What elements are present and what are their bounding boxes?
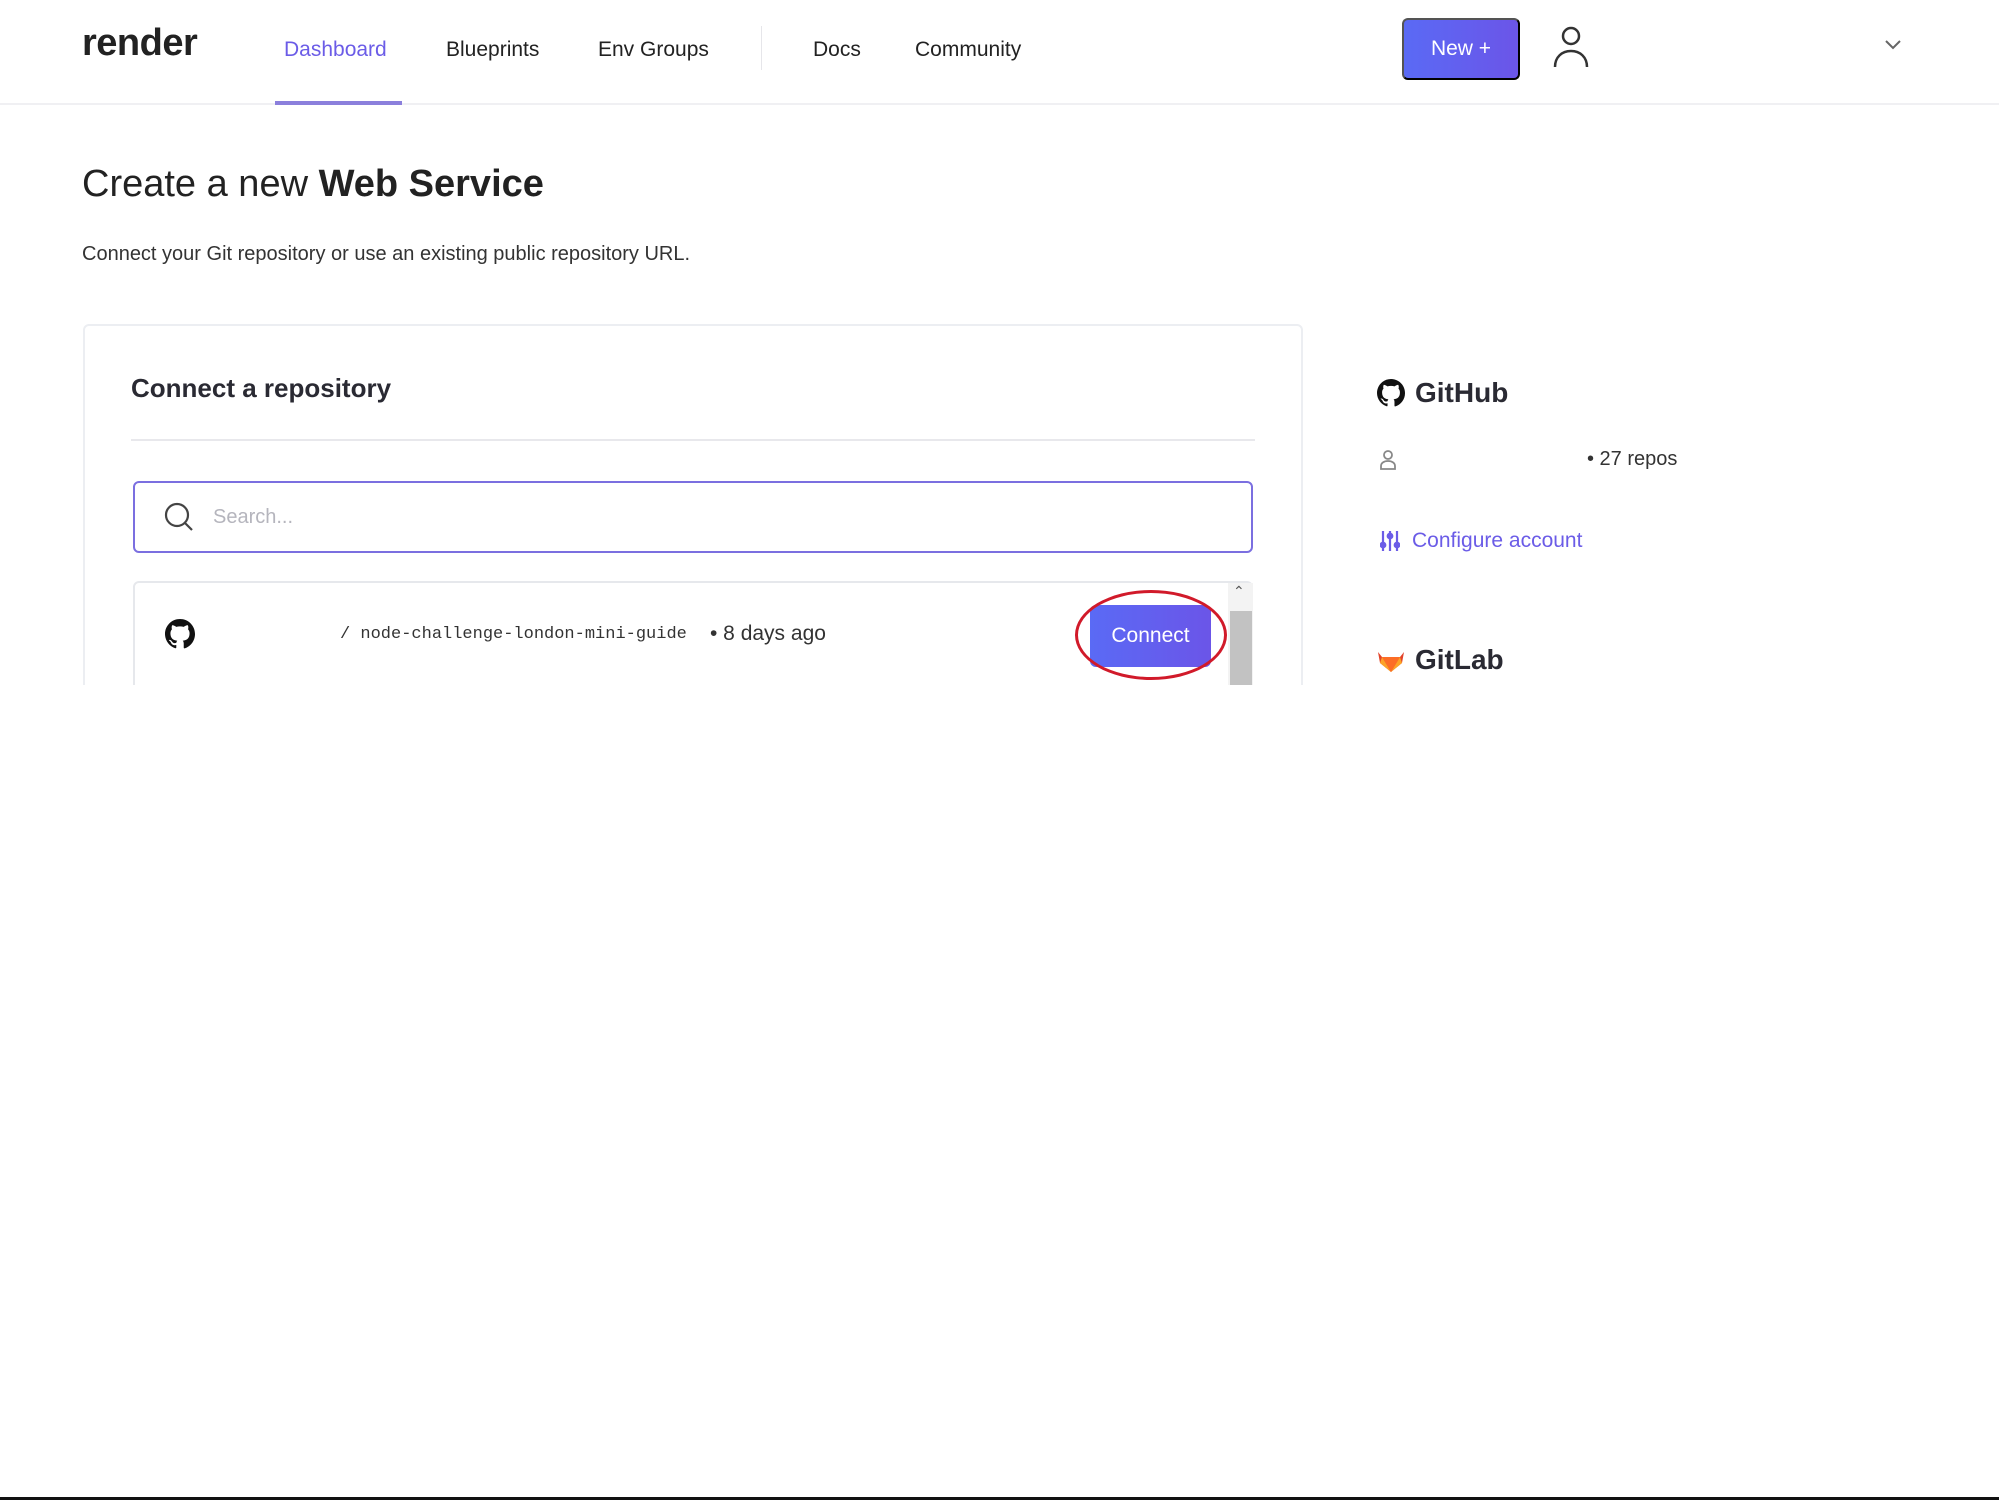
github-heading: GitHub [1377, 377, 1508, 409]
scrollbar-thumb[interactable] [1230, 611, 1252, 685]
configure-account-link[interactable]: Configure account [1380, 529, 1582, 553]
chevron-down-icon[interactable] [1884, 38, 1902, 56]
repo-count: • 27 repos [1587, 448, 1678, 470]
sliders-icon [1380, 531, 1400, 551]
scroll-up-icon[interactable]: ⌃ [1233, 583, 1245, 600]
search-field[interactable] [133, 481, 1253, 553]
github-icon [1377, 379, 1405, 407]
nav-env-groups[interactable]: Env Groups [598, 38, 709, 62]
nav-blueprints[interactable]: Blueprints [446, 38, 539, 62]
render-logo[interactable]: render [82, 22, 198, 65]
title-bold: Web Service [318, 163, 544, 205]
user-icon [1380, 449, 1396, 470]
divider [131, 439, 1255, 441]
repo-name[interactable]: / node-challenge-london-mini-guide [340, 625, 687, 644]
search-icon [164, 502, 193, 531]
github-icon [165, 619, 196, 654]
gitlab-icon [1378, 652, 1404, 672]
nav-community[interactable]: Community [915, 38, 1021, 62]
new-button[interactable]: New + [1402, 18, 1520, 80]
nav-dashboard[interactable]: Dashboard [284, 38, 387, 62]
page-title: Create a new Web Service [82, 163, 544, 206]
repo-updated: • 8 days ago [710, 622, 826, 645]
connect-button[interactable]: Connect [1090, 605, 1211, 667]
nav-divider [761, 26, 762, 70]
page-subtitle: Connect your Git repository or use an ex… [82, 243, 691, 265]
configure-account-label: Configure account [1412, 529, 1583, 552]
gitlab-label: GitLab [1415, 644, 1504, 675]
top-nav: render Dashboard Blueprints Env Groups D… [0, 0, 1999, 105]
repo-list-item: / node-challenge-london-mini-guide • 8 d… [133, 581, 1253, 685]
github-account-row: • 27 repos [1379, 448, 1677, 471]
nav-docs[interactable]: Docs [813, 38, 861, 62]
title-prefix: Create a new [82, 163, 309, 205]
github-label: GitHub [1415, 377, 1509, 408]
gitlab-heading[interactable]: GitLab [1377, 644, 1504, 676]
search-input[interactable] [213, 505, 1113, 529]
user-avatar-icon[interactable] [1551, 25, 1591, 74]
card-title: Connect a repository [131, 373, 392, 403]
